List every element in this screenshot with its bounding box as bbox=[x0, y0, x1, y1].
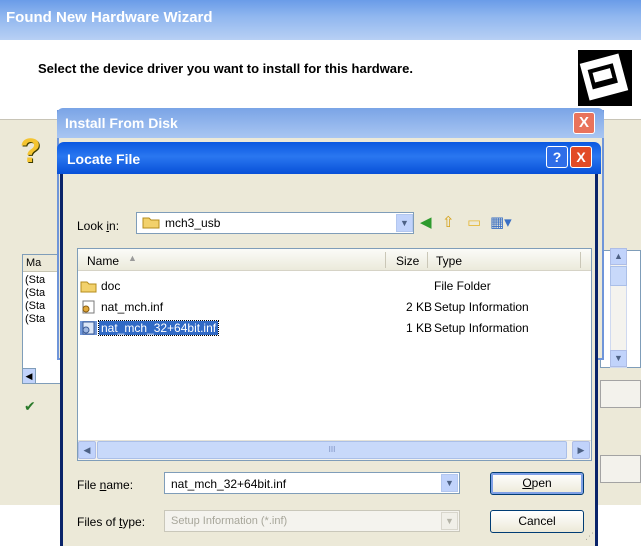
locate-file-close-button[interactable]: X bbox=[570, 146, 592, 168]
up-folder-icon[interactable]: ⇧ bbox=[442, 214, 455, 232]
resize-grip-icon[interactable]: ⋰ bbox=[585, 531, 597, 543]
question-mark-icon: ? bbox=[20, 132, 41, 170]
files-of-type-label-pre: Files of bbox=[77, 515, 120, 529]
driver-list-item[interactable]: (Sta bbox=[25, 313, 45, 325]
wizard-title-bar: Found New Hardware Wizard bbox=[0, 0, 641, 40]
folder-icon bbox=[80, 281, 97, 293]
files-of-type-dropdown[interactable]: Setup Information (*.inf) bbox=[164, 510, 460, 532]
file-name: nat_mch.inf bbox=[101, 300, 164, 314]
scroll-left-icon[interactable]: ◀ bbox=[22, 368, 36, 384]
chevron-down-icon[interactable]: ▼ bbox=[441, 512, 458, 530]
setup-file-icon bbox=[80, 321, 97, 335]
column-header-bar bbox=[78, 249, 591, 271]
file-name-label: File name: bbox=[77, 478, 133, 492]
file-name-label-pre: File bbox=[77, 478, 100, 492]
folder-icon bbox=[142, 217, 160, 229]
file-type: Setup Information bbox=[434, 321, 529, 335]
driver-list-item[interactable]: (Sta bbox=[25, 287, 45, 299]
scroll-up-icon[interactable]: ▲ bbox=[610, 248, 627, 265]
column-header-name[interactable]: Name bbox=[87, 254, 119, 268]
open-button[interactable]: Open bbox=[490, 472, 584, 495]
file-name: doc bbox=[101, 279, 121, 293]
cancel-button[interactable]: Cancel bbox=[490, 510, 584, 533]
file-name-input[interactable]: nat_mch_32+64bit.inf bbox=[164, 472, 460, 494]
wizard-title: Found New Hardware Wizard bbox=[6, 9, 213, 26]
driver-list-item[interactable]: (Sta bbox=[25, 300, 45, 312]
locate-file-title: Locate File bbox=[67, 151, 141, 167]
views-menu-icon[interactable]: ▦▾ bbox=[490, 214, 512, 232]
file-row-nat-mch[interactable]: nat_mch.inf 2 KB Setup Information bbox=[79, 298, 589, 316]
look-in-label: Look in: bbox=[77, 219, 119, 233]
hardware-icon bbox=[578, 50, 632, 106]
file-type: File Folder bbox=[434, 279, 491, 293]
open-button-rest: pen bbox=[531, 476, 552, 490]
column-divider[interactable] bbox=[580, 252, 581, 268]
sort-ascending-icon: ▲ bbox=[128, 253, 137, 263]
wizard-heading: Select the device driver you want to ins… bbox=[38, 61, 413, 76]
wizard-button[interactable] bbox=[600, 455, 641, 483]
file-row-nat-mch-32-64bit[interactable]: nat_mch_32+64bit.inf 1 KB Setup Informat… bbox=[79, 319, 589, 337]
look-in-label-post: n: bbox=[109, 219, 120, 233]
scroll-thumb[interactable]: III bbox=[97, 441, 567, 459]
signed-driver-icon: ✔ bbox=[24, 398, 36, 414]
file-name-label-post: ame: bbox=[106, 478, 134, 492]
column-divider[interactable] bbox=[427, 252, 428, 268]
file-size: 2 KB bbox=[405, 300, 432, 314]
wizard-button[interactable] bbox=[600, 380, 641, 408]
setup-file-icon bbox=[82, 300, 95, 314]
look-in-label-pre: Look bbox=[77, 219, 107, 233]
column-divider[interactable] bbox=[385, 252, 386, 268]
scroll-left-icon[interactable]: ◀ bbox=[78, 441, 96, 459]
scroll-thumb[interactable] bbox=[610, 266, 627, 286]
back-icon[interactable]: ◀ bbox=[420, 214, 432, 232]
chevron-down-icon[interactable]: ▼ bbox=[441, 474, 458, 492]
column-header-size[interactable]: Size bbox=[396, 254, 419, 268]
file-name: nat_mch_32+64bit.inf bbox=[97, 320, 220, 336]
files-of-type-label: Files of type: bbox=[77, 515, 145, 529]
scroll-right-icon[interactable]: ▶ bbox=[572, 441, 590, 459]
install-from-disk-title-bar: Install From Disk bbox=[57, 108, 604, 138]
file-size: 1 KB bbox=[405, 321, 432, 335]
new-folder-icon[interactable]: ▭ bbox=[467, 214, 481, 232]
files-of-type-label-post: ype: bbox=[122, 515, 146, 529]
driver-list-item[interactable]: (Sta bbox=[25, 274, 45, 286]
locate-file-title-bar: Locate File bbox=[57, 142, 601, 174]
scroll-down-icon[interactable]: ▼ bbox=[610, 350, 627, 367]
install-from-disk-close-button[interactable]: X bbox=[573, 112, 595, 134]
open-button-key: O bbox=[522, 476, 532, 490]
file-row-doc[interactable]: doc File Folder bbox=[79, 277, 589, 295]
file-type: Setup Information bbox=[434, 300, 529, 314]
help-button[interactable]: ? bbox=[546, 146, 568, 168]
column-header-type[interactable]: Type bbox=[436, 254, 462, 268]
chevron-down-icon[interactable]: ▼ bbox=[396, 214, 413, 232]
look-in-value: mch3_usb bbox=[165, 216, 221, 230]
install-from-disk-title: Install From Disk bbox=[65, 115, 178, 131]
